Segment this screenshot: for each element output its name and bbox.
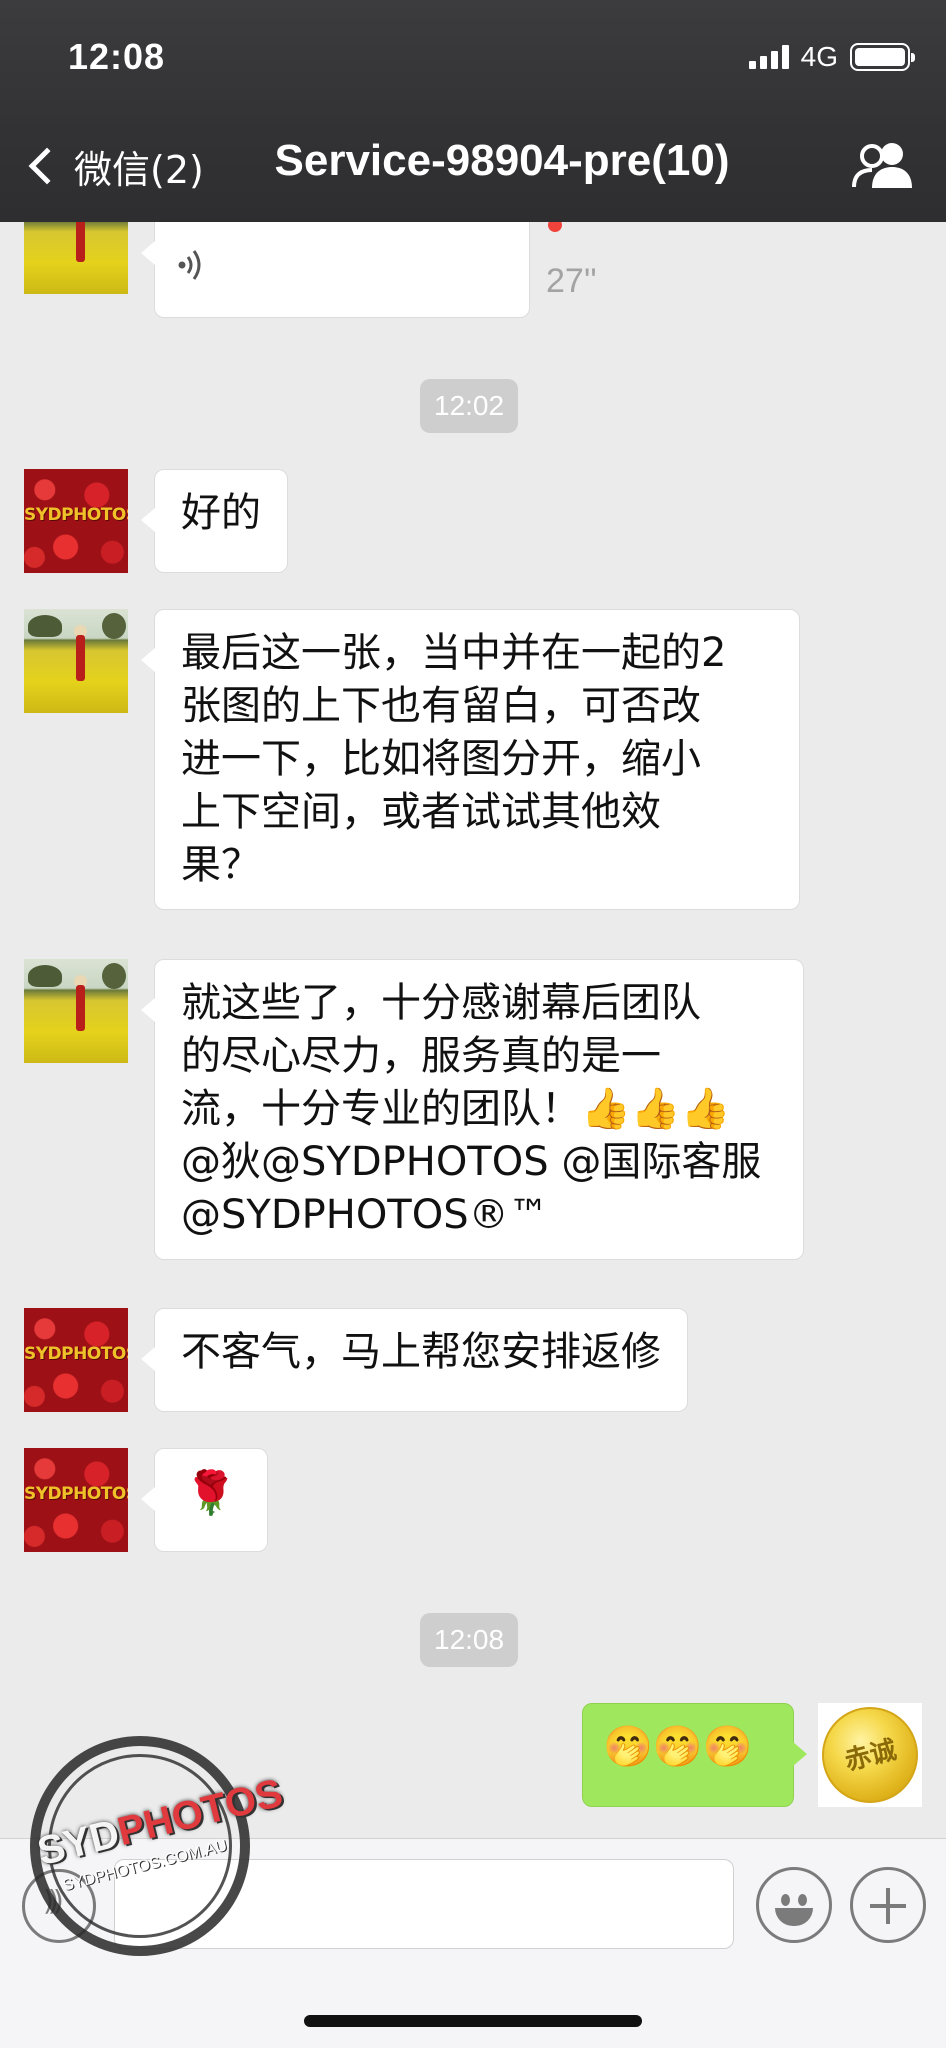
message-bubble[interactable]: 🌹 (141, 1448, 268, 1552)
message-line: 果？ (181, 842, 261, 888)
message-line: 就这些了，十分感谢幕后团队 (181, 980, 701, 1026)
avatar-customer[interactable] (24, 609, 128, 713)
input-bar (0, 1838, 946, 2048)
avatar-customer[interactable] (24, 959, 128, 1063)
message-line: 张图的上下也有留白，可否改 (181, 683, 701, 729)
status-indicators: 4G (748, 41, 915, 72)
avatar-logo-text: SYDPHOTOS (24, 1484, 128, 1504)
signal-strength-icon (748, 45, 789, 69)
group-members-icon[interactable] (850, 140, 916, 190)
voice-input-button[interactable] (22, 1869, 96, 1943)
avatar-service[interactable]: SYDPHOTOS (24, 1448, 128, 1552)
status-time: 12:08 (68, 36, 166, 77)
voice-duration: 27'' (546, 262, 597, 300)
timestamp: 12:08 (420, 1613, 519, 1667)
voice-message-bubble[interactable] (141, 222, 530, 318)
avatar-service[interactable]: SYDPHOTOS (24, 1308, 128, 1412)
voice-wave-icon (178, 250, 201, 280)
outgoing-message-bubble[interactable]: 🤭🤭🤭 (582, 1703, 807, 1807)
battery-icon (850, 43, 915, 71)
avatar-customer[interactable] (24, 222, 128, 294)
top-bar: 12:08 4G 微信(2) Service-98904-pre(10) (0, 0, 946, 222)
unread-dot (548, 222, 562, 232)
avatar-logo-text: SYDPHOTOS (24, 505, 128, 525)
chat-title: Service-98904-pre(10) (274, 136, 730, 185)
message-line: 流，十分专业的团队！👍👍👍 (181, 1086, 731, 1132)
message-bubble[interactable]: 好的 (141, 469, 288, 573)
message-text: 不客气，马上帮您安排返修 (181, 1329, 661, 1375)
rose-emoji: 🌹 (184, 1468, 238, 1517)
message-bubble[interactable]: 不客气，马上帮您安排返修 (141, 1308, 688, 1412)
network-type: 4G (800, 41, 838, 72)
timestamp: 12:02 (420, 379, 519, 433)
message-bubble[interactable]: 最后这一张，当中并在一起的2 张图的上下也有留白，可否改 进一下，比如将图分开，… (141, 609, 800, 910)
avatar-service[interactable]: SYDPHOTOS (24, 469, 128, 573)
message-line: @狄@SYDPHOTOS @国际客服 (181, 1139, 762, 1185)
message-line: 进一下，比如将图分开，缩小 (181, 736, 701, 782)
message-line: 的尽心尽力，服务真的是一 (181, 1033, 661, 1079)
message-line: 上下空间，或者试试其他效 (181, 789, 661, 835)
message-text: 🤭🤭🤭 (603, 1724, 753, 1770)
emoji-button[interactable] (756, 1867, 832, 1943)
message-line: 最后这一张，当中并在一起的2 (181, 630, 727, 676)
message-bubble[interactable]: 就这些了，十分感谢幕后团队 的尽心尽力，服务真的是一 流，十分专业的团队！👍👍👍… (141, 959, 804, 1260)
avatar-self[interactable]: 赤诚 (818, 1703, 922, 1807)
message-line: @SYDPHOTOS®™ (181, 1192, 549, 1238)
avatar-logo-text: SYDPHOTOS (24, 1344, 128, 1364)
home-indicator[interactable] (304, 2015, 642, 2027)
message-text: 好的 (181, 490, 261, 536)
message-input[interactable] (114, 1859, 734, 1949)
chat-history[interactable]: 27'' 12:02 SYDPHOTOS 好的 最后这一张，当中并在一起的2 张… (0, 222, 946, 1838)
more-options-button[interactable] (850, 1867, 926, 1943)
